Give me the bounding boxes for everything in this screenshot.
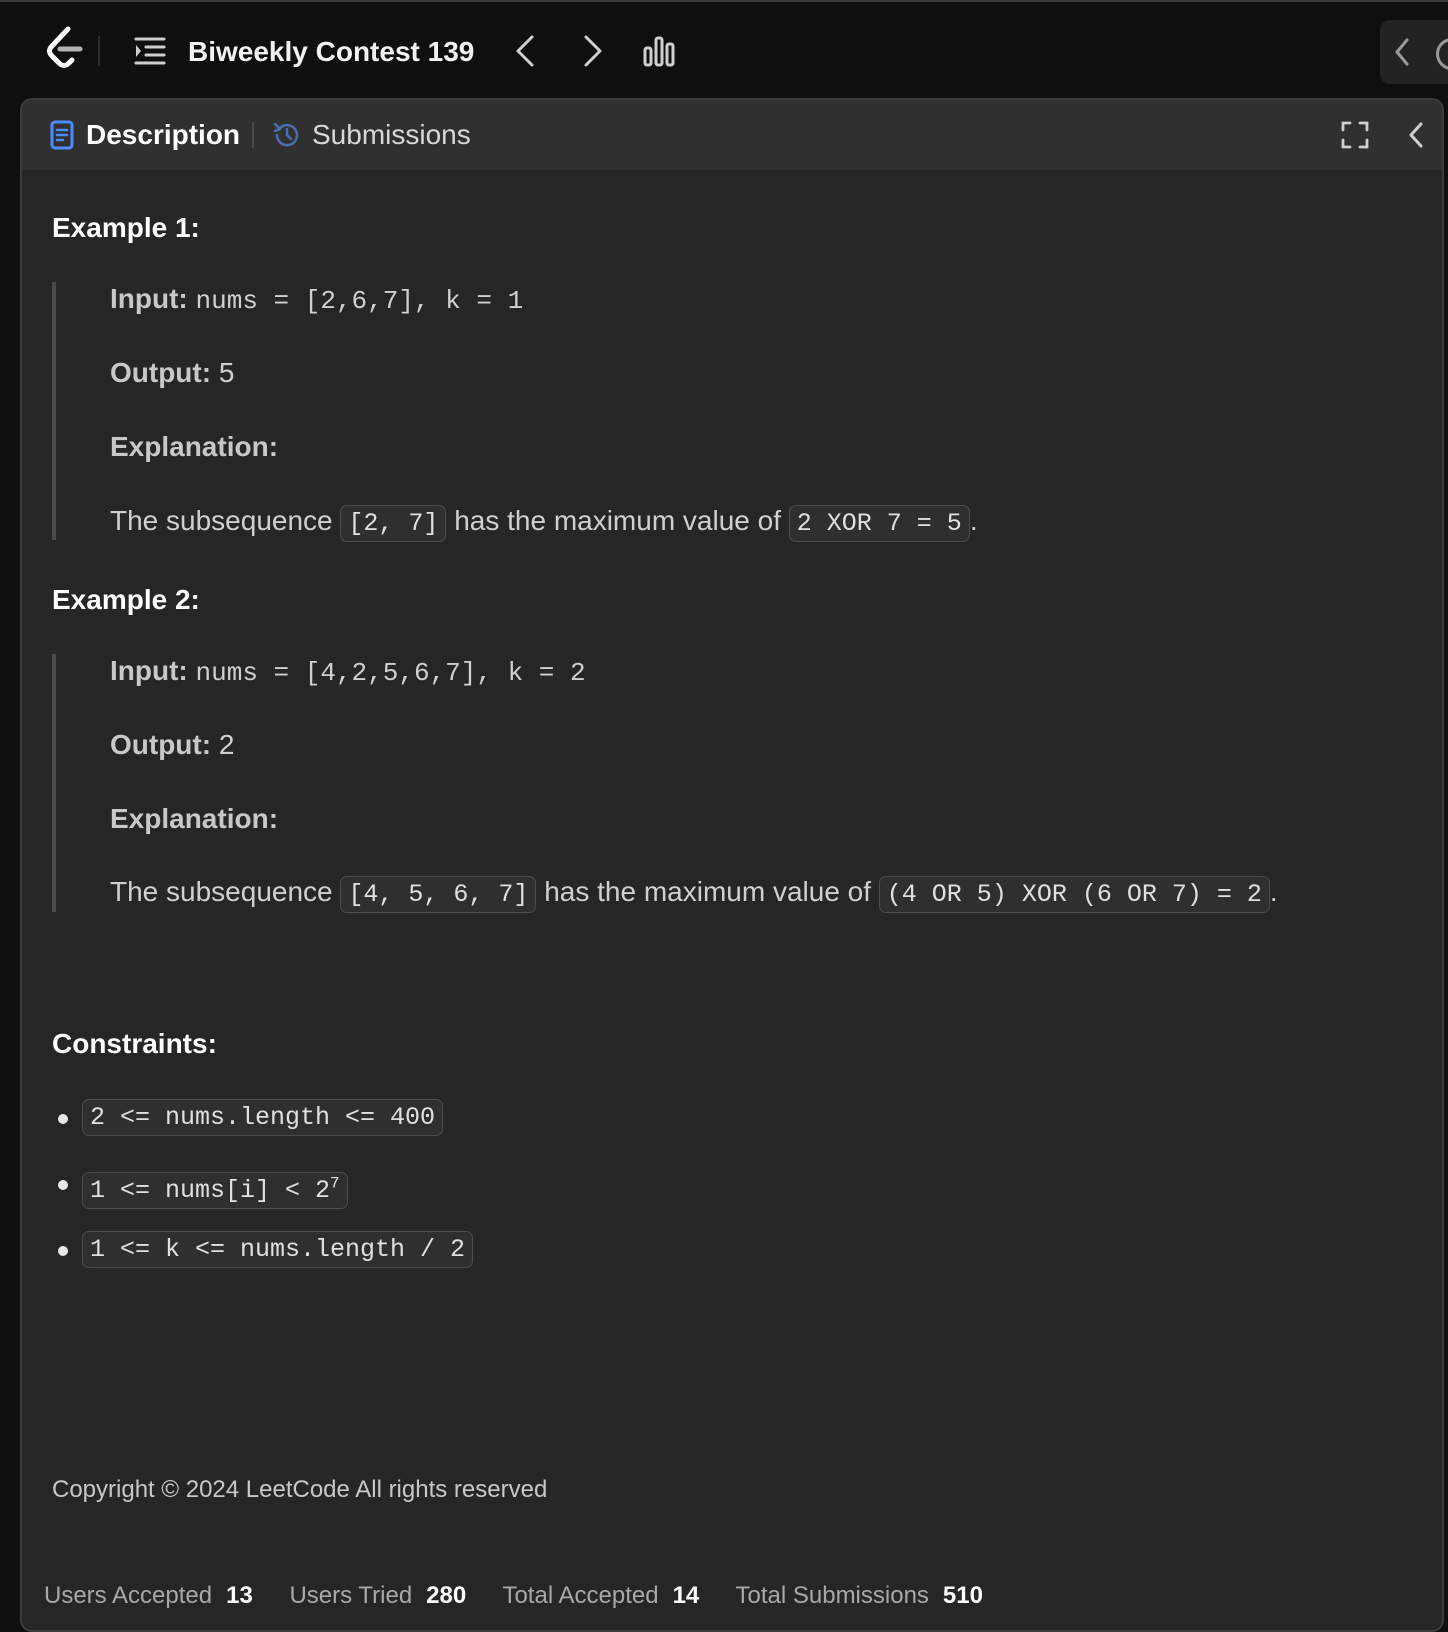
tab-description[interactable]: Description xyxy=(86,116,240,154)
example-1-heading: Example 1: xyxy=(52,212,200,243)
problem-list-icon[interactable] xyxy=(134,36,166,66)
total-submissions-value: 510 xyxy=(942,1582,983,1609)
constraint-item: 1 <= k <= nums.length / 2 xyxy=(82,1230,474,1272)
timer-icon[interactable] xyxy=(1436,38,1448,70)
constraints-heading: Constraints: xyxy=(52,1028,217,1059)
users-tried-value: 280 xyxy=(426,1582,467,1609)
top-bar: Biweekly Contest 139 xyxy=(0,0,1448,96)
bullet xyxy=(58,1180,68,1190)
total-accepted-label: Total Accepted xyxy=(502,1582,659,1609)
example-1-input: Input: nums = [2,6,7], k = 1 xyxy=(110,283,524,316)
tab-submissions[interactable]: Submissions xyxy=(312,116,471,154)
example-2-heading: Example 2: xyxy=(52,584,200,615)
history-icon xyxy=(273,122,299,147)
example-1-explanation-label: Explanation: xyxy=(110,431,279,462)
users-accepted-label: Users Accepted xyxy=(44,1582,213,1609)
chevron-left-icon[interactable] xyxy=(1392,36,1412,68)
bar-chart-icon[interactable] xyxy=(642,34,676,68)
bullet xyxy=(58,1114,68,1124)
copyright-text: Copyright © 2024 LeetCode All rights res… xyxy=(52,1476,548,1503)
bullet xyxy=(58,1246,68,1256)
chevron-right-icon[interactable] xyxy=(580,34,606,68)
leetcode-logo[interactable] xyxy=(44,26,84,72)
example-2-output: Output: 2 xyxy=(110,729,235,760)
document-icon xyxy=(50,120,74,150)
description-panel: Description Submissions Example 1: Input… xyxy=(20,98,1444,1632)
example-1-explanation: The subsequence [2, 7] has the maximum v… xyxy=(110,502,978,543)
tab-divider xyxy=(252,122,254,148)
divider xyxy=(98,36,100,66)
chevron-left-icon[interactable] xyxy=(512,34,538,68)
contest-stats: Users Accepted 13 Users Tried 280 Total Ac… xyxy=(44,1582,1013,1610)
tab-bar: Description Submissions xyxy=(22,100,1442,170)
example-1-block xyxy=(52,282,56,540)
timer-control[interactable] xyxy=(1380,20,1448,84)
example-2-explanation-label: Explanation: xyxy=(110,803,279,834)
example-1-output: Output: 5 xyxy=(110,357,235,388)
example-2-block xyxy=(52,654,56,912)
collapse-panel-icon[interactable] xyxy=(1406,120,1426,150)
contest-title[interactable]: Biweekly Contest 139 xyxy=(188,32,474,72)
users-tried-label: Users Tried xyxy=(289,1582,413,1609)
example-2-explanation: The subsequence [4, 5, 6, 7] has the max… xyxy=(110,873,1278,914)
fullscreen-icon[interactable] xyxy=(1340,120,1370,150)
example-2-input: Input: nums = [4,2,5,6,7], k = 2 xyxy=(110,655,586,688)
total-accepted-value: 14 xyxy=(672,1582,700,1609)
constraint-item: 2 <= nums.length <= 400 xyxy=(82,1098,444,1140)
constraint-item: 1 <= nums[i] < 27 xyxy=(82,1164,348,1213)
total-submissions-label: Total Submissions xyxy=(735,1582,929,1609)
users-accepted-value: 13 xyxy=(226,1582,253,1609)
